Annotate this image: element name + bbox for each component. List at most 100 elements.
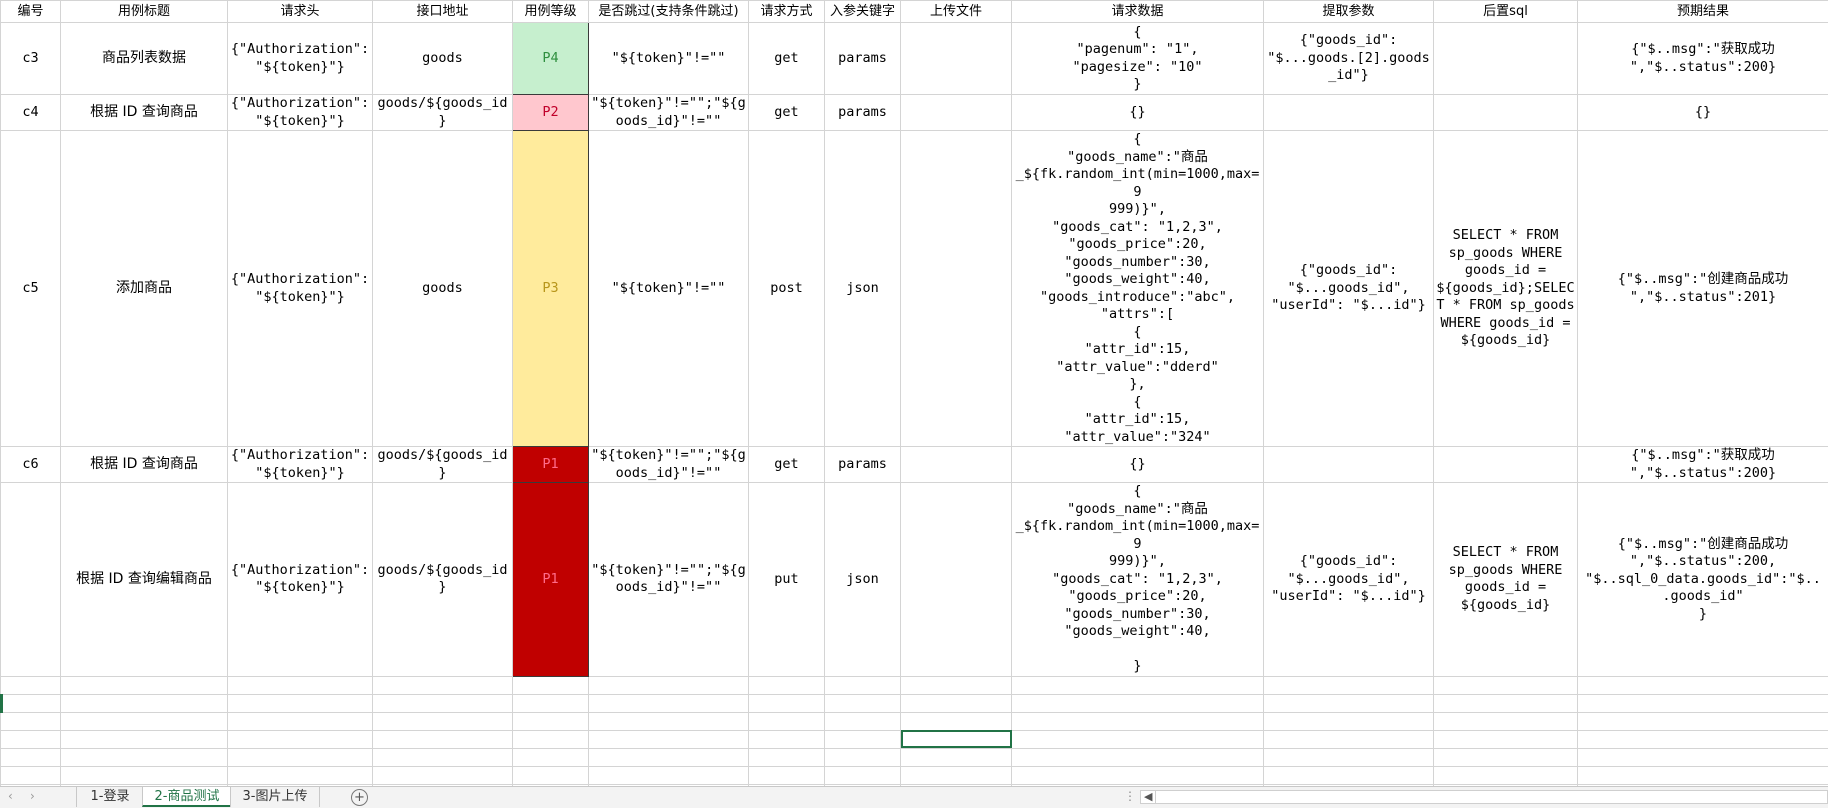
cell-upload[interactable]: [901, 95, 1012, 131]
cell-title[interactable]: 根据 ID 查询商品: [61, 447, 228, 483]
cell-level[interactable]: P2: [513, 95, 589, 131]
empty-cell[interactable]: [749, 730, 825, 748]
cell-post-sql[interactable]: [1434, 447, 1578, 483]
empty-cell[interactable]: [1012, 748, 1264, 766]
cell-title[interactable]: 添加商品: [61, 131, 228, 447]
cell-extract[interactable]: {"goods_id": "$...goods_id", "userId": "…: [1264, 131, 1434, 447]
tab-goods-test[interactable]: 2-商品测试: [142, 787, 232, 807]
tab-scroll-left-icon[interactable]: ‹: [8, 789, 13, 803]
empty-cell[interactable]: [901, 712, 1012, 730]
cell-title[interactable]: 商品列表数据: [61, 23, 228, 95]
empty-cell[interactable]: [228, 694, 373, 712]
cell-post-sql[interactable]: [1434, 23, 1578, 95]
empty-cell[interactable]: [749, 748, 825, 766]
header-cell-expected[interactable]: 预期结果: [1578, 1, 1828, 23]
empty-cell[interactable]: [61, 712, 228, 730]
empty-cell[interactable]: [749, 694, 825, 712]
cell-extract[interactable]: {"goods_id": "$...goods_id", "userId": "…: [1264, 483, 1434, 677]
cell-skip[interactable]: "${token}"!="";"${g oods_id}"!="": [589, 447, 749, 483]
empty-cell[interactable]: [1264, 694, 1434, 712]
empty-cell[interactable]: [228, 748, 373, 766]
empty-cell[interactable]: [1434, 676, 1578, 694]
cell-post-sql[interactable]: SELECT * FROM sp_goods WHERE goods_id = …: [1434, 131, 1578, 447]
empty-cell[interactable]: [373, 748, 513, 766]
empty-cell[interactable]: [825, 694, 901, 712]
empty-cell[interactable]: [1578, 676, 1828, 694]
empty-cell[interactable]: [61, 748, 228, 766]
empty-cell[interactable]: [61, 730, 228, 748]
cell-id[interactable]: [1, 483, 61, 677]
cell-method[interactable]: post: [749, 131, 825, 447]
empty-cell[interactable]: [513, 676, 589, 694]
header-cell-request-header[interactable]: 请求头: [228, 1, 373, 23]
empty-cell[interactable]: [825, 766, 901, 784]
horizontal-scrollbar[interactable]: ◀: [1140, 790, 1828, 804]
empty-cell[interactable]: [1, 730, 61, 748]
cell-skip[interactable]: "${token}"!="";"${g oods_id}"!="": [589, 483, 749, 677]
empty-cell[interactable]: [1578, 748, 1828, 766]
cell-request-header[interactable]: {"Authorization": "${token}"}: [228, 23, 373, 95]
empty-cell[interactable]: [513, 748, 589, 766]
empty-cell[interactable]: [1578, 766, 1828, 784]
empty-cell[interactable]: [228, 676, 373, 694]
empty-cell[interactable]: [1578, 712, 1828, 730]
header-cell-id[interactable]: 编号: [1, 1, 61, 23]
cell-skip[interactable]: "${token}"!="";"${g oods_id}"!="": [589, 95, 749, 131]
cell-url[interactable]: goods/${goods_id }: [373, 483, 513, 677]
empty-cell[interactable]: [1434, 694, 1578, 712]
empty-cell[interactable]: [901, 676, 1012, 694]
empty-cell[interactable]: [1434, 712, 1578, 730]
empty-cell[interactable]: [1264, 730, 1434, 748]
empty-cell[interactable]: [589, 694, 749, 712]
cell-param-key[interactable]: params: [825, 95, 901, 131]
empty-cell[interactable]: [1578, 730, 1828, 748]
empty-cell[interactable]: [61, 694, 228, 712]
cell-method[interactable]: get: [749, 447, 825, 483]
cell-level[interactable]: P1: [513, 447, 589, 483]
cell-url[interactable]: goods/${goods_id }: [373, 95, 513, 131]
cell-skip[interactable]: "${token}"!="": [589, 23, 749, 95]
empty-cell[interactable]: [825, 748, 901, 766]
cell-expected[interactable]: {"$..msg":"获取成功 ","$..status":200}: [1578, 447, 1828, 483]
empty-cell[interactable]: [825, 676, 901, 694]
cell-method[interactable]: get: [749, 95, 825, 131]
empty-cell[interactable]: [1, 748, 61, 766]
cell-title[interactable]: 根据 ID 查询商品: [61, 95, 228, 131]
tab-image-upload[interactable]: 3-图片上传: [230, 787, 320, 807]
empty-cell[interactable]: [61, 676, 228, 694]
selected-cell[interactable]: [901, 730, 1012, 748]
header-cell-request-data[interactable]: 请求数据: [1012, 1, 1264, 23]
empty-cell[interactable]: [1012, 676, 1264, 694]
empty-cell[interactable]: [1, 676, 61, 694]
cell-request-data[interactable]: { "goods_name":"商品 _${fk.random_int(min=…: [1012, 131, 1264, 447]
empty-cell[interactable]: [1, 766, 61, 784]
empty-cell[interactable]: [825, 730, 901, 748]
cell-request-data[interactable]: { "goods_name":"商品 _${fk.random_int(min=…: [1012, 483, 1264, 677]
cell-url[interactable]: goods: [373, 23, 513, 95]
empty-cell[interactable]: [228, 766, 373, 784]
cell-upload[interactable]: [901, 483, 1012, 677]
empty-cell[interactable]: [373, 712, 513, 730]
empty-cell[interactable]: [901, 748, 1012, 766]
empty-cell[interactable]: [1012, 694, 1264, 712]
cell-request-header[interactable]: {"Authorization": "${token}"}: [228, 447, 373, 483]
header-cell-extract[interactable]: 提取参数: [1264, 1, 1434, 23]
cell-id[interactable]: c5: [1, 131, 61, 447]
header-cell-upload[interactable]: 上传文件: [901, 1, 1012, 23]
empty-cell[interactable]: [1434, 730, 1578, 748]
cell-method[interactable]: get: [749, 23, 825, 95]
cell-param-key[interactable]: json: [825, 483, 901, 677]
empty-cell[interactable]: [1012, 712, 1264, 730]
cell-url[interactable]: goods: [373, 131, 513, 447]
cell-level[interactable]: P4: [513, 23, 589, 95]
empty-cell[interactable]: [589, 676, 749, 694]
empty-cell[interactable]: [228, 730, 373, 748]
cell-expected[interactable]: {"$..msg":"获取成功 ","$..status":200}: [1578, 23, 1828, 95]
empty-cell[interactable]: [1, 694, 61, 712]
empty-cell[interactable]: [513, 766, 589, 784]
cell-param-key[interactable]: json: [825, 131, 901, 447]
empty-cell[interactable]: [749, 766, 825, 784]
empty-cell[interactable]: [589, 748, 749, 766]
cell-level[interactable]: P1: [513, 483, 589, 677]
cell-request-data[interactable]: { "pagenum": "1", "pagesize": "10" }: [1012, 23, 1264, 95]
